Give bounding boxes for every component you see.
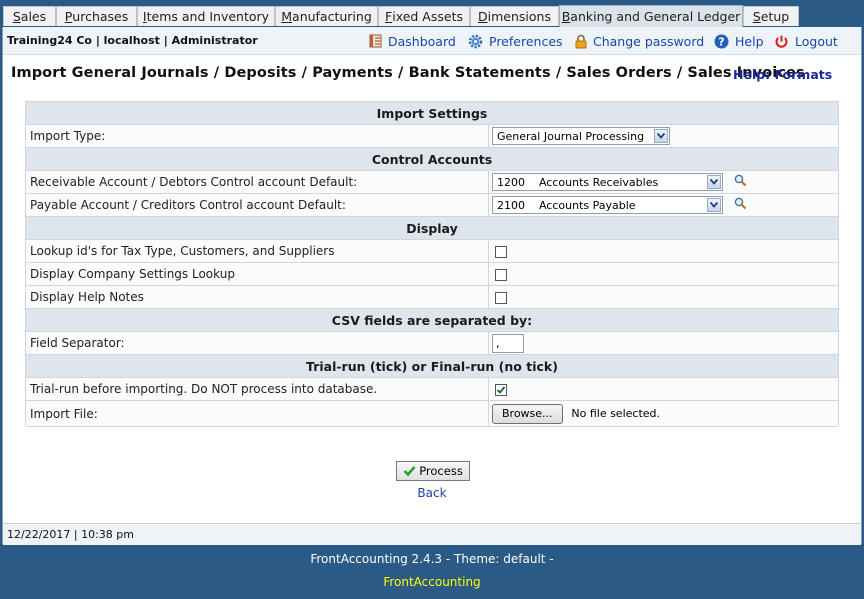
import-type-label: Import Type: [25, 124, 489, 148]
import-type-select[interactable]: General Journal Processing [492, 127, 670, 145]
help-icon: ? [714, 34, 729, 48]
row-payable-account: Payable Account / Creditors Control acco… [25, 193, 839, 217]
row-import-file: Import File: Browse... No file selected. [25, 400, 839, 427]
logout-label: Logout [795, 33, 838, 49]
company-lookup-label: Display Company Settings Lookup [25, 262, 489, 286]
search-icon[interactable] [734, 174, 747, 190]
change-password-link[interactable]: Change password [575, 32, 704, 50]
help-formats-link[interactable]: Help: Formats [733, 67, 832, 82]
tab-manufacturing[interactable]: Manufacturing [275, 6, 378, 26]
trial-run-checkbox[interactable] [495, 383, 507, 396]
dashboard-label: Dashboard [388, 33, 456, 49]
help-notes-label: Display Help Notes [25, 285, 489, 309]
receivable-account-label: Receivable Account / Debtors Control acc… [25, 170, 489, 194]
chevron-down-icon [654, 129, 668, 143]
chevron-down-icon [707, 175, 721, 189]
lock-icon [575, 34, 587, 48]
tab-dimensions[interactable]: Dimensions [470, 6, 559, 26]
row-receivable-account: Receivable Account / Debtors Control acc… [25, 170, 839, 194]
section-display: Display [25, 216, 839, 240]
row-company-lookup: Display Company Settings Lookup [25, 262, 839, 286]
lookup-ids-checkbox[interactable] [495, 245, 507, 258]
file-status: No file selected. [571, 407, 661, 420]
row-trial-run: Trial-run before importing. Do NOT proce… [25, 377, 839, 401]
payable-account-select[interactable]: 2100 Accounts Payable [492, 196, 723, 214]
tab-items-and-inventory[interactable]: Items and Inventory [137, 6, 275, 26]
dashboard-icon [369, 34, 382, 48]
preferences-label: Preferences [489, 33, 563, 49]
trial-run-label: Trial-run before importing. Do NOT proce… [25, 377, 489, 401]
preferences-link[interactable]: Preferences [468, 32, 563, 50]
checkmark-icon [496, 385, 506, 394]
module-tabs: Sales Purchases Items and Inventory Manu… [0, 0, 864, 27]
page-title: Import General Journals / Deposits / Pay… [11, 65, 805, 81]
footer-brand-link[interactable]: FrontAccounting [383, 575, 480, 589]
chevron-down-icon [707, 198, 721, 212]
dashboard-link[interactable]: Dashboard [369, 32, 456, 50]
payable-account-label: Payable Account / Creditors Control acco… [25, 193, 489, 217]
company-info: Training24 Co | localhost | Administrato… [7, 34, 258, 47]
tab-banking-and-general-ledger[interactable]: Banking and General Ledger [559, 5, 743, 27]
row-help-notes: Display Help Notes [25, 285, 839, 309]
power-icon [775, 35, 788, 48]
process-button[interactable]: Process [396, 461, 470, 481]
status-bar: 12/22/2017 | 10:38 pm [3, 523, 861, 545]
change-password-label: Change password [593, 33, 705, 49]
help-notes-checkbox[interactable] [495, 291, 507, 304]
section-control-accounts: Control Accounts [25, 147, 839, 171]
lookup-ids-label: Lookup id's for Tax Type, Customers, and… [25, 239, 489, 263]
tab-purchases[interactable]: Purchases [56, 6, 137, 26]
tab-sales[interactable]: Sales [3, 6, 56, 26]
import-file-label: Import File: [25, 400, 489, 427]
section-csv-separator: CSV fields are separated by: [25, 308, 839, 332]
tab-fixed-assets[interactable]: Fixed Assets [378, 6, 470, 26]
svg-text:?: ? [718, 35, 724, 48]
row-lookup-ids: Lookup id's for Tax Type, Customers, and… [25, 239, 839, 263]
gear-icon [468, 34, 483, 48]
company-lookup-checkbox[interactable] [495, 268, 507, 281]
tab-setup[interactable]: Setup [743, 6, 799, 26]
import-form: Import Settings Import Type: General Jou… [25, 101, 839, 427]
receivable-account-select[interactable]: 1200 Accounts Receivables [492, 173, 723, 191]
help-link[interactable]: ? Help [714, 32, 764, 50]
row-field-separator: Field Separator: , [25, 331, 839, 355]
help-label: Help [735, 33, 764, 49]
field-separator-label: Field Separator: [25, 331, 489, 355]
checkmark-icon [403, 466, 416, 477]
logout-link[interactable]: Logout [774, 32, 838, 50]
date-time: 12/22/2017 | 10:38 pm [7, 528, 134, 541]
header-bar: Training24 Co | localhost | Administrato… [3, 27, 861, 55]
field-separator-input[interactable]: , [492, 333, 524, 353]
search-icon[interactable] [734, 197, 747, 213]
footer-version: FrontAccounting 2.4.3 - Theme: default - [310, 552, 554, 566]
row-import-type: Import Type: General Journal Processing [25, 124, 839, 148]
section-trial-run: Trial-run (tick) or Final-run (no tick) [25, 354, 839, 378]
browse-button[interactable]: Browse... [492, 403, 563, 424]
main-panel: Training24 Co | localhost | Administrato… [2, 27, 862, 545]
section-import-settings: Import Settings [25, 101, 839, 125]
back-link[interactable]: Back [417, 486, 446, 500]
